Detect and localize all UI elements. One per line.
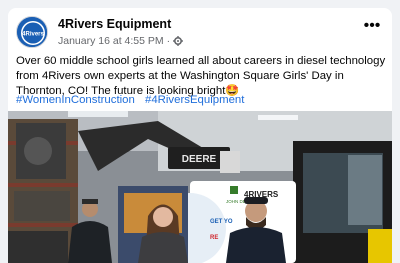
banner-line2-text: RE xyxy=(210,235,218,241)
more-options-icon[interactable]: ••• xyxy=(362,18,382,36)
gear-icon[interactable] xyxy=(173,36,184,46)
hashtag-link[interactable]: #4RiversEquipment xyxy=(145,94,244,106)
hashtag-link[interactable]: #WomenInConstruction xyxy=(16,94,135,106)
hashtag-list: #WomenInConstruction #4RiversEquipment xyxy=(16,94,251,106)
photo-illustration: DEERE JOHN DEERE 4RIVERS GET YO RE xyxy=(8,111,392,263)
post-card: 4Rivers 4Rivers Equipment January 16 at … xyxy=(8,8,392,263)
post-photo[interactable]: DEERE JOHN DEERE 4RIVERS GET YO RE xyxy=(8,111,392,263)
page-avatar[interactable]: 4Rivers xyxy=(16,16,48,48)
avatar-logo-text: 4Rivers xyxy=(22,32,44,38)
meta-separator: · xyxy=(166,35,171,47)
post-timestamp[interactable]: January 16 at 4:55 PM xyxy=(58,35,164,47)
post-meta: January 16 at 4:55 PM · xyxy=(58,35,184,47)
banner-line-text: GET YO xyxy=(210,219,233,225)
machine-brand-text: DEERE xyxy=(182,154,217,165)
post-body: Over 60 middle school girls learned all … xyxy=(16,55,386,97)
page-name[interactable]: 4Rivers Equipment xyxy=(58,17,171,31)
post-header: 4Rivers 4Rivers Equipment January 16 at … xyxy=(16,16,384,50)
